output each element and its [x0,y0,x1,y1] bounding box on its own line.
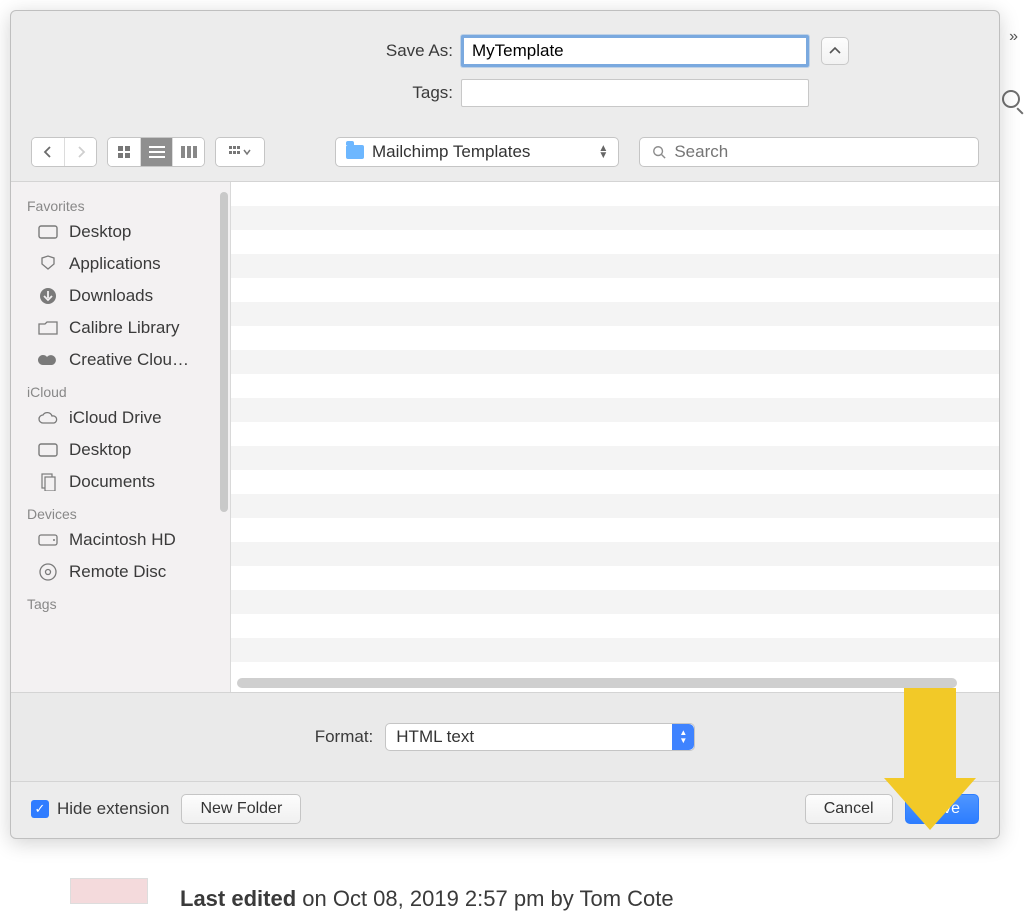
horizontal-scrollbar[interactable] [237,678,957,688]
sidebar-item-icloud-drive[interactable]: iCloud Drive [11,402,230,434]
folder-icon [346,145,364,159]
group-icon [229,146,251,158]
view-mode-segment [107,137,205,167]
icon-view-button[interactable] [108,138,140,166]
documents-icon [37,473,59,491]
sidebar-item-label: iCloud Drive [69,408,162,428]
creative-cloud-icon [37,351,59,369]
collapse-button[interactable] [821,37,849,65]
save-as-input[interactable] [461,35,809,67]
sidebar-item-label: Creative Clou… [69,350,189,370]
sidebar-item-label: Macintosh HD [69,530,176,550]
sidebar-scrollbar[interactable] [220,192,228,512]
overflow-indicator: » [1009,28,1018,46]
search-box[interactable] [639,137,979,167]
background-last-edited: Last edited on Oct 08, 2019 2:57 pm by T… [180,886,674,912]
sidebar-item-label: Desktop [69,222,131,242]
sidebar-item-label: Downloads [69,286,153,306]
sidebar-item-icloud-desktop[interactable]: Desktop [11,434,230,466]
list-view-button[interactable] [140,138,172,166]
sidebar-item-downloads[interactable]: Downloads [11,280,230,312]
disc-icon [37,563,59,581]
background-thumbnail [70,878,148,904]
updown-icon: ▲▼ [672,724,694,750]
sidebar-section-icloud: iCloud [11,376,230,402]
cloud-icon [37,409,59,427]
toolbar: Mailchimp Templates ▲▼ [11,137,999,182]
folder-name: Mailchimp Templates [372,142,530,162]
back-button[interactable] [32,138,64,166]
folder-select[interactable]: Mailchimp Templates ▲▼ [335,137,619,167]
new-folder-button[interactable]: New Folder [181,794,301,824]
sidebar-item-label: Applications [69,254,161,274]
folder-icon [37,319,59,337]
format-select[interactable]: HTML text ▲▼ [385,723,695,751]
nav-back-forward [31,137,97,167]
search-icon [652,145,666,159]
format-value: HTML text [396,727,474,747]
save-dialog: Save As: Tags: [10,10,1000,839]
list-icon [149,146,165,158]
sidebar-section-tags: Tags [11,588,230,614]
sidebar-item-documents[interactable]: Documents [11,466,230,498]
file-list[interactable] [231,182,999,692]
format-bar: Format: HTML text ▲▼ [11,692,999,781]
sidebar-item-label: Documents [69,472,155,492]
desktop-icon [37,441,59,459]
sidebar-item-applications[interactable]: Applications [11,248,230,280]
sidebar-item-label: Calibre Library [69,318,180,338]
checkbox-checked-icon: ✓ [31,800,49,818]
group-by-segment [215,137,265,167]
sidebar: Favorites Desktop Applications Downloads… [11,182,231,692]
group-by-button[interactable] [216,138,264,166]
grid-icon [117,145,131,159]
columns-icon [181,146,197,158]
hide-extension-checkbox[interactable]: ✓ Hide extension [31,799,169,819]
applications-icon [37,255,59,273]
chevron-up-icon [829,46,841,56]
forward-button[interactable] [64,138,96,166]
format-label: Format: [315,727,374,747]
sidebar-item-calibre[interactable]: Calibre Library [11,312,230,344]
tags-label: Tags: [161,83,461,103]
sidebar-item-label: Desktop [69,440,131,460]
downloads-icon [37,287,59,305]
sidebar-section-favorites: Favorites [11,190,230,216]
sidebar-item-desktop[interactable]: Desktop [11,216,230,248]
sidebar-section-devices: Devices [11,498,230,524]
column-view-button[interactable] [172,138,204,166]
search-input[interactable] [674,142,966,162]
bottom-bar: ✓ Hide extension New Folder Cancel Save [11,781,999,838]
save-button[interactable]: Save [905,794,979,824]
cancel-button[interactable]: Cancel [805,794,893,824]
hdd-icon [37,531,59,549]
sidebar-item-remote-disc[interactable]: Remote Disc [11,556,230,588]
search-icon[interactable] [1002,90,1020,108]
updown-icon: ▲▼ [598,145,608,159]
desktop-icon [37,223,59,241]
hide-extension-label: Hide extension [57,799,169,819]
save-as-label: Save As: [161,41,461,61]
sidebar-item-label: Remote Disc [69,562,166,582]
chevron-left-icon [43,146,53,158]
tags-input[interactable] [461,79,809,107]
sidebar-item-creative-cloud[interactable]: Creative Clou… [11,344,230,376]
sidebar-item-macintosh-hd[interactable]: Macintosh HD [11,524,230,556]
chevron-right-icon [76,146,86,158]
